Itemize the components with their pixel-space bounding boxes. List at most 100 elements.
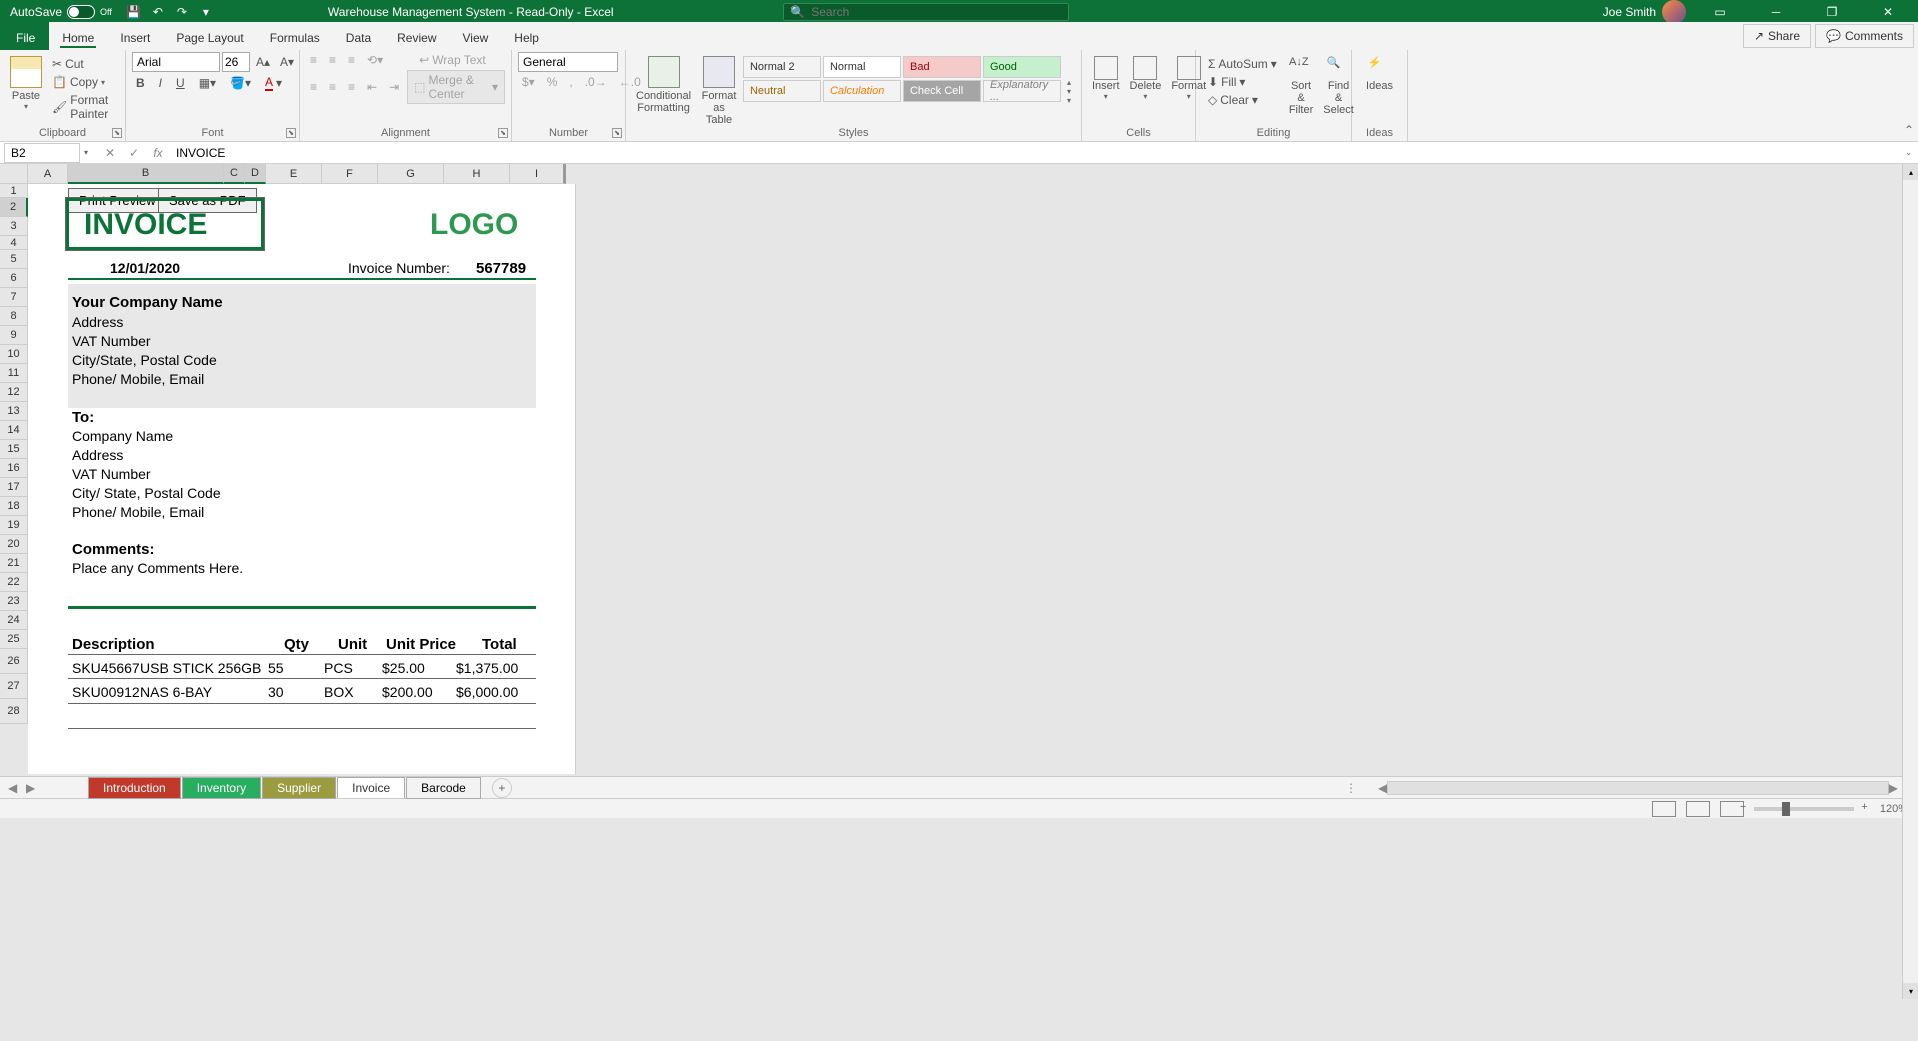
row-header[interactable]: 6	[0, 269, 28, 288]
font-dialog-launcher[interactable]: ⬊	[286, 128, 296, 138]
font-color-button[interactable]: A▾	[261, 74, 286, 92]
align-top-button[interactable]: ≡	[306, 52, 321, 68]
tab-page-layout[interactable]: Page Layout	[164, 26, 255, 50]
horizontal-scrollbar[interactable]	[1387, 781, 1889, 795]
collapse-ribbon-icon[interactable]: ⌃	[1904, 123, 1914, 137]
merge-center-button[interactable]: ⬚ Merge & Center ▾	[407, 70, 505, 104]
fx-icon[interactable]: fx	[146, 143, 170, 163]
redo-icon[interactable]: ↷	[174, 4, 190, 20]
number-format-select[interactable]	[518, 52, 618, 72]
col-header[interactable]: E	[266, 164, 322, 184]
borders-button[interactable]: ▦▾	[195, 75, 220, 91]
row-header[interactable]: 28	[0, 699, 28, 724]
cut-button[interactable]: ✂Cut	[48, 56, 119, 72]
zoom-slider[interactable]	[1754, 807, 1854, 811]
row-header[interactable]: 7	[0, 288, 28, 307]
scroll-left-icon[interactable]: ◀	[1378, 781, 1387, 795]
row-header[interactable]: 15	[0, 440, 28, 459]
accounting-format-button[interactable]: $▾	[518, 74, 539, 90]
tab-insert[interactable]: Insert	[108, 26, 162, 50]
styles-up-icon[interactable]: ▴	[1067, 78, 1071, 87]
row-header[interactable]: 26	[0, 649, 28, 674]
align-center-button[interactable]: ≡	[325, 79, 340, 95]
minimize-icon[interactable]: ─	[1754, 0, 1798, 24]
expand-formula-bar-icon[interactable]: ⌄	[1905, 148, 1912, 157]
new-sheet-button[interactable]: +	[492, 778, 512, 798]
number-dialog-launcher[interactable]: ⬊	[612, 128, 622, 138]
orientation-button[interactable]: ⟲▾	[363, 52, 387, 68]
vertical-scrollbar[interactable]: ▴ ▾	[1902, 164, 1918, 999]
style-neutral[interactable]: Neutral	[743, 80, 821, 102]
italic-button[interactable]: I	[155, 75, 166, 91]
style-explanatory[interactable]: Explanatory ...	[983, 80, 1061, 102]
row-header[interactable]: 18	[0, 497, 28, 516]
row-header[interactable]: 21	[0, 554, 28, 573]
col-header[interactable]: A	[28, 164, 68, 184]
row-header[interactable]: 20	[0, 535, 28, 554]
page-layout-view-button[interactable]	[1686, 801, 1710, 817]
sheet-tab-barcode[interactable]: Barcode	[406, 777, 481, 799]
conditional-formatting-button[interactable]: Conditional Formatting	[632, 52, 695, 130]
col-header[interactable]: G	[378, 164, 444, 184]
user-info[interactable]: Joe Smith	[1603, 0, 1686, 24]
styles-down-icon[interactable]: ▾	[1067, 87, 1071, 96]
decrease-font-button[interactable]: A▾	[276, 54, 298, 70]
tab-review[interactable]: Review	[385, 26, 448, 50]
tab-formulas[interactable]: Formulas	[258, 26, 332, 50]
row-header[interactable]: 27	[0, 674, 28, 699]
row-header[interactable]: 22	[0, 573, 28, 592]
style-check-cell[interactable]: Check Cell	[903, 80, 981, 102]
row-header[interactable]: 12	[0, 383, 28, 402]
save-icon[interactable]: 💾	[126, 4, 142, 20]
row-header[interactable]: 14	[0, 421, 28, 440]
name-box[interactable]	[4, 143, 80, 163]
sheet-nav-prev-icon[interactable]: ◀	[8, 781, 22, 795]
tab-file[interactable]: File	[2, 26, 49, 50]
tab-split-icon[interactable]: ⋮	[1344, 781, 1358, 795]
qat-customize-icon[interactable]: ▾	[198, 4, 214, 20]
increase-font-button[interactable]: A▴	[252, 54, 274, 70]
format-painter-button[interactable]: 🖌Format Painter	[48, 92, 119, 122]
style-good[interactable]: Good	[983, 56, 1061, 78]
align-right-button[interactable]: ≡	[344, 79, 359, 95]
autosave-toggle-group[interactable]: AutoSave Off	[0, 5, 122, 19]
align-bottom-button[interactable]: ≡	[344, 52, 359, 68]
col-header[interactable]: F	[322, 164, 378, 184]
alignment-dialog-launcher[interactable]: ⬊	[498, 128, 508, 138]
sheet-tab-invoice[interactable]: Invoice	[337, 777, 405, 798]
sheet-tab-supplier[interactable]: Supplier	[262, 777, 336, 799]
maximize-icon[interactable]: ❐	[1810, 0, 1854, 24]
name-box-dropdown-icon[interactable]: ▾	[84, 148, 88, 157]
row-header[interactable]: 17	[0, 478, 28, 497]
tab-help[interactable]: Help	[502, 26, 551, 50]
insert-cells-button[interactable]: Insert▾	[1088, 52, 1124, 121]
row-header[interactable]: 3	[0, 217, 28, 236]
tab-data[interactable]: Data	[334, 26, 383, 50]
fill-color-button[interactable]: 🪣▾	[226, 75, 255, 91]
row-header[interactable]: 16	[0, 459, 28, 478]
decrease-indent-button[interactable]: ⇤	[363, 79, 381, 95]
scroll-up-icon[interactable]: ▴	[1903, 164, 1918, 180]
comma-format-button[interactable]: ,	[565, 74, 576, 90]
close-icon[interactable]: ✕	[1866, 0, 1910, 24]
undo-icon[interactable]: ↶	[150, 4, 166, 20]
bold-button[interactable]: B	[132, 75, 149, 91]
row-header[interactable]: 1	[0, 184, 28, 198]
col-header[interactable]: H	[444, 164, 510, 184]
align-left-button[interactable]: ≡	[306, 79, 321, 95]
normal-view-button[interactable]	[1652, 801, 1676, 817]
select-all-cell[interactable]	[0, 164, 28, 184]
tab-view[interactable]: View	[451, 26, 501, 50]
row-header[interactable]: 23	[0, 592, 28, 611]
autosum-button[interactable]: Σ AutoSum ▾	[1204, 56, 1281, 72]
delete-cells-button[interactable]: Delete▾	[1126, 52, 1166, 121]
row-header[interactable]: 5	[0, 250, 28, 269]
sheet-nav-next-icon[interactable]: ▶	[26, 781, 40, 795]
sheet-tab-inventory[interactable]: Inventory	[182, 777, 261, 799]
format-table-button[interactable]: Format as Table	[697, 52, 741, 130]
autosave-toggle[interactable]	[67, 5, 95, 19]
search-input[interactable]	[811, 5, 1062, 19]
share-button[interactable]: ↗Share	[1743, 24, 1811, 48]
row-header[interactable]: 9	[0, 326, 28, 345]
scroll-down-icon[interactable]: ▾	[1903, 983, 1918, 999]
